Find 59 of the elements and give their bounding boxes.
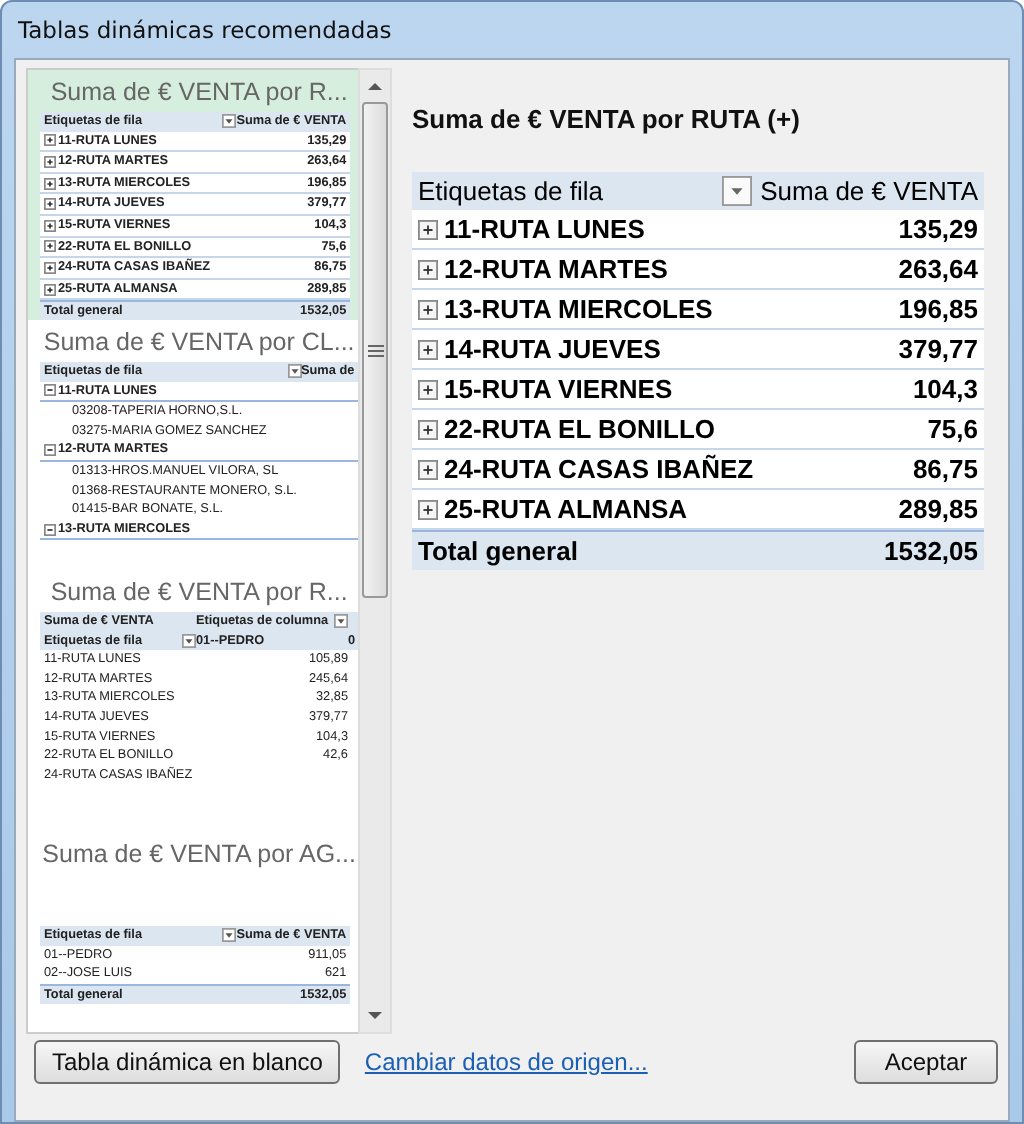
expand-icon[interactable] bbox=[44, 261, 56, 274]
scrollbar[interactable] bbox=[358, 68, 392, 1034]
expand-icon[interactable] bbox=[44, 134, 56, 147]
table-cell-text: 135,29 bbox=[898, 212, 978, 248]
table-cell-text: 86,75 bbox=[912, 452, 978, 488]
expand-icon[interactable] bbox=[418, 339, 438, 359]
table-cell-text: Total general bbox=[418, 534, 580, 570]
preview-title: Suma de € VENTA por AG... bbox=[42, 838, 356, 872]
dropdown-icon[interactable] bbox=[218, 114, 237, 129]
change-source-link[interactable]: Cambiar datos de origen... bbox=[364, 1048, 648, 1076]
collapse-icon[interactable] bbox=[44, 384, 56, 397]
table-cell: 12-RUTA MARTES bbox=[418, 250, 899, 288]
dropdown-icon[interactable] bbox=[178, 633, 196, 648]
collapse-icon[interactable] bbox=[44, 523, 56, 536]
preview-heading: Suma de € VENTA por RUTA (+) bbox=[412, 102, 800, 138]
scroll-up-icon[interactable] bbox=[366, 80, 385, 92]
table-cell: 24-RUTA CASAS IBAÑEZ bbox=[418, 450, 913, 488]
dropdown-icon[interactable] bbox=[283, 364, 302, 379]
expand-icon[interactable] bbox=[44, 177, 56, 190]
window-title: Tablas dinámicas recomendadas bbox=[18, 16, 392, 44]
table-cell-text: 75,6 bbox=[927, 412, 978, 448]
table-cell-text: 289,85 bbox=[898, 492, 978, 528]
collapse-icon[interactable] bbox=[44, 444, 56, 457]
table-cell: 15-RUTA VIERNES bbox=[418, 370, 913, 408]
preview-title: Suma de € VENTA por R... bbox=[50, 576, 348, 610]
expand-icon[interactable] bbox=[418, 419, 438, 439]
expand-icon[interactable] bbox=[44, 219, 56, 232]
preview-title: Suma de € VENTA por R... bbox=[50, 76, 348, 110]
table-cell-text: 263,64 bbox=[898, 252, 978, 288]
blank-pivot-button[interactable]: Tabla dinámica en blanco bbox=[34, 1040, 341, 1084]
table-cell: 14-RUTA JUEVES bbox=[418, 330, 899, 368]
dropdown-icon[interactable] bbox=[218, 928, 237, 943]
table-cell-text: 104,3 bbox=[912, 372, 978, 408]
expand-icon[interactable] bbox=[418, 379, 438, 399]
ok-button[interactable]: Aceptar bbox=[854, 1040, 998, 1084]
table-cell-text: 379,77 bbox=[898, 332, 978, 368]
scroll-thumb[interactable] bbox=[362, 102, 389, 598]
table-cell-text: Suma de € VENTA bbox=[760, 174, 978, 210]
expand-icon[interactable] bbox=[44, 198, 56, 211]
expand-icon[interactable] bbox=[44, 155, 56, 168]
table-cell-text: 196,85 bbox=[898, 292, 978, 328]
pivot-preview[interactable] bbox=[28, 70, 359, 320]
table-cell: Etiquetas de fila bbox=[418, 172, 761, 210]
grip-icon bbox=[367, 343, 384, 357]
expand-icon[interactable] bbox=[418, 299, 438, 319]
table-cell: 11-RUTA LUNES bbox=[418, 210, 899, 248]
table-cell: 25-RUTA ALMANSA bbox=[418, 490, 899, 528]
preview-title: Suma de € VENTA por CL... bbox=[43, 326, 355, 360]
expand-icon[interactable] bbox=[44, 240, 56, 253]
dropdown-icon[interactable] bbox=[330, 614, 348, 629]
expand-icon[interactable] bbox=[44, 283, 56, 296]
scroll-down-icon[interactable] bbox=[366, 1010, 385, 1022]
expand-icon[interactable] bbox=[418, 499, 438, 519]
expand-icon[interactable] bbox=[418, 459, 438, 479]
expand-icon[interactable] bbox=[418, 259, 438, 279]
table-cell-text: 1532,05 bbox=[884, 534, 978, 570]
table-cell: 13-RUTA MIERCOLES bbox=[418, 290, 899, 328]
table-cell: 22-RUTA EL BONILLO bbox=[418, 410, 928, 448]
expand-icon[interactable] bbox=[418, 219, 438, 239]
